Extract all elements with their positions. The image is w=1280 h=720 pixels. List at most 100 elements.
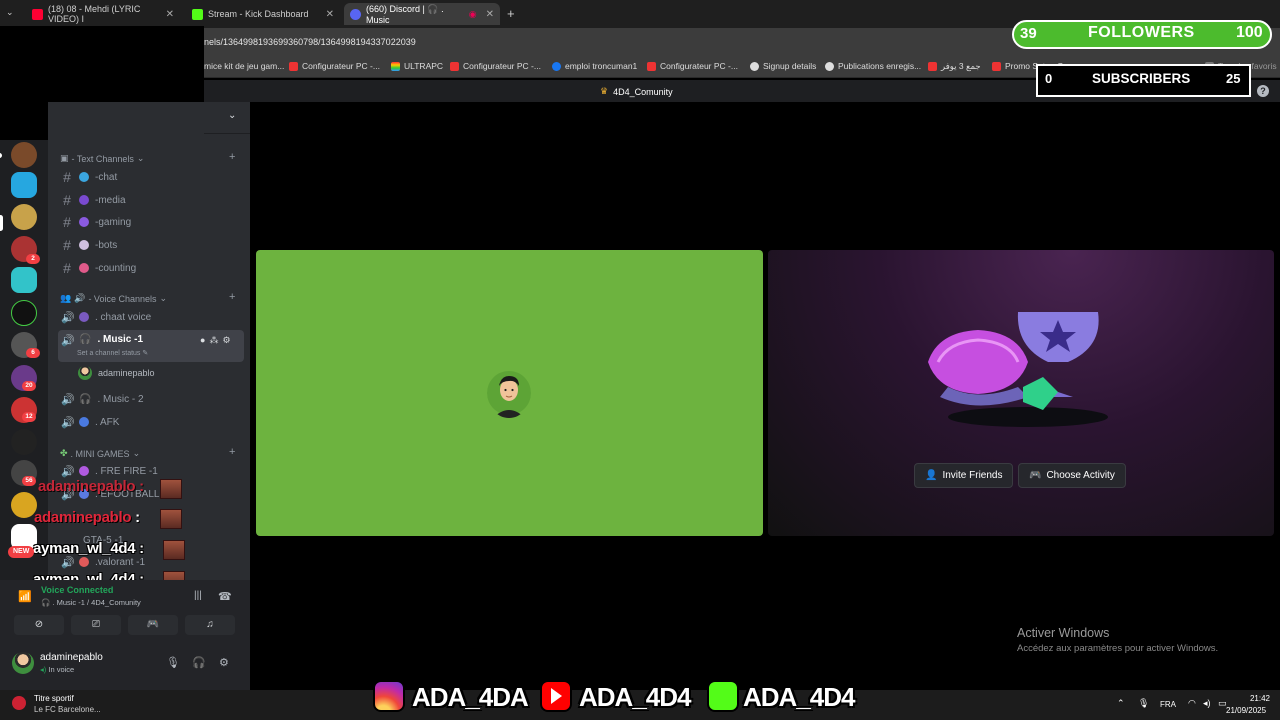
camera-off-button[interactable]: ⊘ — [14, 615, 64, 635]
server-header[interactable] — [204, 102, 250, 134]
voice-channel-chaat[interactable]: 🔊. chaat voice — [58, 307, 244, 327]
disconnect-icon[interactable]: ☎ — [218, 590, 232, 603]
bookmark-item[interactable]: Configurateur PC -... — [289, 61, 380, 71]
choose-activity-button[interactable]: 🎮 Choose Activity — [1018, 463, 1126, 488]
bookmark-item[interactable]: ULTRAPC — [391, 61, 443, 71]
voice-channel-afk[interactable]: 🔊. AFK — [58, 412, 244, 432]
speaker-icon: 🔊 — [61, 311, 75, 324]
url-text[interactable]: nels/1364998193699360798/136499819433702… — [204, 37, 416, 47]
tab-label: (18) 08 - Mehdi (LYRIC VIDEO) I — [48, 4, 141, 24]
news-widget-title[interactable]: Titre sportif — [34, 694, 74, 703]
chat-overlay-line: adaminepablo : — [34, 509, 140, 526]
server-icon-bolt[interactable] — [11, 267, 37, 293]
tab-label: Stream - Kick Dashboard — [208, 9, 309, 19]
tab-list-chevron-icon[interactable]: ⌄ — [6, 7, 14, 18]
avatar — [78, 366, 92, 380]
tab-youtube[interactable]: (18) 08 - Mehdi (LYRIC VIDEO) I ✕ — [26, 3, 180, 25]
tab-discord[interactable]: (660) Discord | 🎧 . Music ◉ ✕ — [344, 3, 500, 25]
voice-channel-music-2[interactable]: 🔊 🎧. Music - 2 — [58, 389, 244, 409]
mention-badge: 2 — [26, 254, 40, 264]
clock-time[interactable]: 21:42 — [1238, 694, 1270, 703]
soundboard-button[interactable]: ♫ — [185, 615, 235, 635]
bookmark-item[interactable]: جمع 3 يوفر — [928, 61, 981, 72]
bookmark-item[interactable]: emploi troncuman1 — [552, 61, 637, 71]
server-icon[interactable] — [11, 142, 37, 168]
volume-icon[interactable]: ◂) — [1203, 698, 1211, 709]
gamepad-icon — [79, 217, 89, 227]
add-member-icon[interactable]: ⁂ — [209, 335, 218, 346]
clock-date[interactable]: 21/09/2025 — [1226, 706, 1266, 715]
channel-status[interactable]: Set a channel status ✎ — [77, 349, 148, 357]
bookmark-item[interactable]: mice kit de jeu gam... — [204, 61, 284, 71]
speaker-icon: 🔊 — [61, 335, 75, 347]
chat-emote-image — [160, 479, 182, 499]
help-icon[interactable]: ? — [1257, 85, 1269, 97]
activate-windows-subtitle: Accédez aux paramètres pour activer Wind… — [1017, 643, 1219, 654]
close-icon[interactable]: ✕ — [486, 9, 494, 20]
close-icon[interactable]: ✕ — [326, 9, 334, 20]
clover-icon: ✤ — [60, 448, 68, 458]
add-channel-icon[interactable]: + — [229, 151, 235, 163]
gamepad-icon: 🎮 — [1029, 470, 1042, 481]
channel-counting[interactable]: # -counting — [58, 258, 244, 278]
screen-share-button[interactable]: ⎚ — [71, 615, 121, 635]
bookmark-item[interactable]: Signup details — [750, 61, 816, 71]
tray-chevron-icon[interactable]: ⌃ — [1117, 698, 1125, 709]
headphones-icon[interactable]: 🎧 — [192, 656, 206, 669]
category-text-channels[interactable]: ▣ - Text Channels ⌄ — [60, 153, 144, 164]
news-widget-subtitle[interactable]: Le FC Barcelone... — [34, 705, 101, 714]
add-user-icon: 👤 — [925, 470, 938, 481]
category-voice-channels[interactable]: 👥 🔊 - Voice Channels ⌄ — [60, 293, 167, 304]
voice-status[interactable]: Voice Connected — [41, 585, 113, 595]
wifi-icon[interactable]: ◠ — [1188, 698, 1196, 709]
users-icon — [79, 312, 89, 322]
subscribers-label: SUBSCRIBERS — [1092, 71, 1191, 86]
screen-share-icon: ⎚ — [92, 619, 100, 630]
tab-kick-dashboard[interactable]: Stream - Kick Dashboard ✕ — [186, 3, 340, 25]
folder-icon: ▣ — [60, 153, 69, 163]
server-icon[interactable] — [11, 172, 37, 198]
soundboard-icon: ♫ — [206, 619, 214, 630]
chat-overlay-line: adaminepablo : — [38, 478, 144, 495]
server-icon-ada[interactable] — [11, 204, 37, 230]
channel-gaming[interactable]: # -gaming — [58, 212, 244, 232]
user-name[interactable]: adaminepablo — [40, 652, 103, 663]
bookmark-favicon-icon — [450, 61, 459, 71]
microphone-icon[interactable]: 🎙 — [166, 656, 180, 669]
gear-icon[interactable]: ⚙ — [222, 335, 230, 346]
activity-button[interactable]: 🎮 — [128, 615, 178, 635]
bookmark-item[interactable]: Configurateur PC -... — [647, 61, 738, 71]
new-tab-button[interactable]: + — [507, 6, 515, 21]
channel-bots[interactable]: # -bots — [58, 235, 244, 255]
bookmark-item[interactable]: Configurateur PC -... — [450, 61, 541, 71]
users-icon: 👥 — [60, 293, 72, 303]
followers-count: 39 — [1020, 25, 1037, 42]
news-icon[interactable] — [12, 696, 26, 710]
category-mini-games[interactable]: ✤ . MINI GAMES ⌄ — [60, 448, 140, 459]
channel-media[interactable]: # -media — [58, 190, 244, 210]
microphone-icon[interactable]: 🎙 — [1138, 698, 1149, 709]
mention-badge: 56 — [22, 476, 36, 486]
language-indicator[interactable]: FRA — [1160, 700, 1176, 709]
voice-location[interactable]: 🎧 . Music -1 / 4D4_Comunity — [41, 598, 141, 607]
signal-icon: 📶 — [18, 591, 32, 603]
close-icon[interactable]: ✕ — [166, 9, 174, 20]
noise-suppression-icon[interactable]: ||| — [194, 590, 202, 601]
bookmark-item[interactable]: Publications enregis... — [825, 61, 921, 71]
channel-chat[interactable]: # -chat — [58, 167, 244, 187]
add-channel-icon[interactable]: + — [229, 291, 235, 303]
voice-panel — [0, 580, 250, 690]
subscribers-goal: 25 — [1226, 71, 1241, 86]
invite-friends-button[interactable]: 👤 Invite Friends — [914, 463, 1014, 488]
server-icon-gt[interactable] — [11, 429, 37, 455]
gear-icon[interactable]: ⚙ — [219, 656, 229, 669]
server-icon-kickbot[interactable] — [11, 300, 37, 326]
kick-icon — [192, 8, 203, 20]
voice-member[interactable]: adaminepablo — [78, 366, 155, 380]
add-channel-icon[interactable]: + — [229, 446, 235, 458]
bookmark-favicon-icon — [928, 62, 937, 71]
chevron-down-icon[interactable]: ⌄ — [228, 110, 236, 121]
social-instagram-handle: ADA_4DA — [412, 682, 529, 712]
avatar[interactable] — [12, 652, 34, 674]
chat-bubble-icon[interactable]: ● — [200, 335, 205, 346]
